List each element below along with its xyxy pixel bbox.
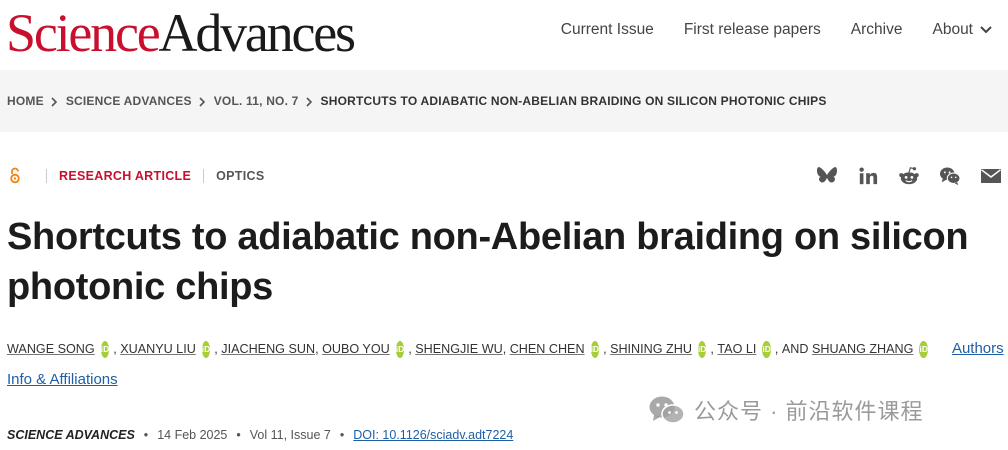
breadcrumb-current: SHORTCUTS TO ADIABATIC NON-ABELIAN BRAID…: [320, 94, 827, 108]
reddit-icon[interactable]: [898, 166, 920, 186]
author-name[interactable]: JIACHENG SUN: [221, 339, 315, 359]
chevron-right-icon: [44, 94, 66, 108]
divider: [46, 168, 47, 183]
open-access-icon: [10, 167, 20, 184]
orcid-icon[interactable]: iD: [697, 340, 707, 358]
chevron-right-icon: [299, 94, 321, 108]
breadcrumb-issue[interactable]: VOL. 11, NO. 7: [214, 94, 299, 108]
doi-link[interactable]: DOI: 10.1126/sciadv.adt7224: [353, 428, 513, 442]
watermark: 公众号 · 前沿软件课程: [648, 394, 924, 426]
watermark-text: 公众号 · 前沿软件课程: [694, 399, 924, 424]
article-meta: RESEARCH ARTICLE OPTICS: [9, 167, 264, 184]
author-list: WANGE SONG iD, XUANYU LIU iD, JIACHENG SUN…: [7, 339, 1004, 359]
nav-first-release-papers[interactable]: First release papers: [684, 21, 821, 39]
nav-about[interactable]: About: [932, 21, 992, 39]
dot-separator: •: [236, 428, 241, 442]
site-header: ScienceAdvances Current Issue First rele…: [0, 0, 1008, 70]
wechat-icon[interactable]: [939, 166, 961, 186]
citation-journal: SCIENCE ADVANCES: [7, 428, 135, 442]
author-name[interactable]: CHEN CHEN: [510, 339, 585, 359]
breadcrumb: HOME SCIENCE ADVANCES VOL. 11, NO. 7 SHO…: [7, 94, 827, 108]
nav-current-issue[interactable]: Current Issue: [561, 21, 654, 39]
email-icon[interactable]: [980, 166, 1002, 186]
logo-science-text: Science: [6, 3, 161, 63]
share-icons: [816, 166, 1002, 186]
author-name[interactable]: WANGE SONG: [7, 339, 95, 359]
author-name[interactable]: TAO LI: [717, 339, 756, 359]
breadcrumb-bar: HOME SCIENCE ADVANCES VOL. 11, NO. 7 SHO…: [0, 70, 1008, 132]
chevron-down-icon: [980, 26, 992, 34]
nav-archive[interactable]: Archive: [851, 21, 903, 39]
article-subject[interactable]: OPTICS: [216, 169, 264, 183]
orcid-icon[interactable]: iD: [100, 340, 110, 358]
nav-about-label: About: [932, 21, 973, 38]
orcid-icon[interactable]: iD: [201, 340, 211, 358]
wechat-icon: [649, 396, 685, 424]
logo-advances-text: Advances: [158, 3, 357, 63]
author-name[interactable]: SHUANG ZHANG: [812, 339, 913, 359]
author-name[interactable]: XUANYU LIU: [120, 339, 196, 359]
author-name[interactable]: SHENGJIE WU: [415, 339, 502, 359]
article-type[interactable]: RESEARCH ARTICLE: [59, 169, 191, 183]
dot-separator: •: [339, 428, 345, 442]
breadcrumb-journal[interactable]: SCIENCE ADVANCES: [66, 94, 192, 108]
dot-separator: •: [143, 428, 149, 442]
divider: [203, 168, 205, 183]
citation-date: 14 Feb 2025: [157, 428, 228, 442]
citation-line: SCIENCE ADVANCES • 14 Feb 2025 • Vol 11,…: [7, 428, 513, 442]
linkedin-icon[interactable]: [857, 166, 879, 186]
and-text: AND: [781, 342, 809, 356]
info-affiliations-link[interactable]: Info & Affiliations: [7, 371, 118, 388]
orcid-icon[interactable]: iD: [395, 340, 405, 358]
author-name[interactable]: OUBO YOU: [322, 339, 390, 359]
authors-link[interactable]: Authors: [952, 339, 1004, 359]
orcid-icon[interactable]: iD: [762, 340, 771, 358]
science-advances-logo[interactable]: ScienceAdvances: [6, 2, 357, 64]
main-nav: Current Issue First release papers Archi…: [561, 21, 992, 39]
breadcrumb-home[interactable]: HOME: [7, 94, 44, 108]
orcid-icon[interactable]: iD: [919, 340, 928, 358]
orcid-icon[interactable]: iD: [590, 340, 600, 358]
bluesky-icon[interactable]: [816, 166, 838, 186]
article-title: Shortcuts to adiabatic non-Abelian braid…: [7, 216, 969, 308]
citation-volume: Vol 11, Issue 7: [249, 428, 331, 442]
author-name[interactable]: SHINING ZHU: [610, 339, 692, 359]
chevron-right-icon: [192, 94, 214, 108]
